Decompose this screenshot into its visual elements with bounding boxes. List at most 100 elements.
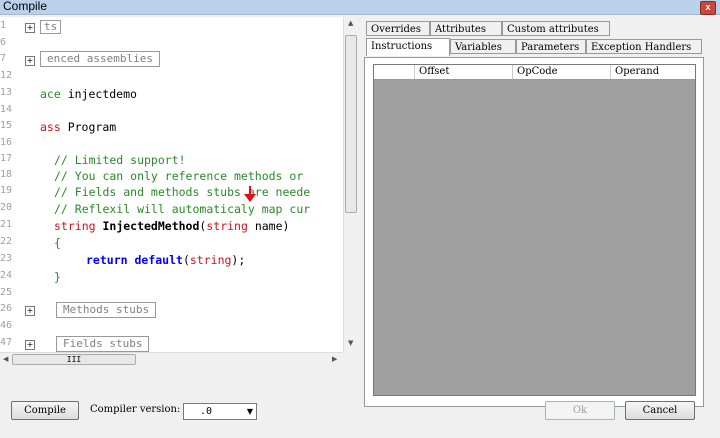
horizontal-scrollbar[interactable]: ◀ III ▶ — [0, 352, 343, 367]
cancel-button[interactable]: Cancel — [625, 401, 695, 420]
keyword: default — [127, 253, 183, 267]
code-line: 25 — [0, 287, 343, 303]
code-line: 17 // Limited support! — [0, 153, 343, 169]
line-number: 46 — [0, 320, 13, 331]
code-text: Program — [60, 120, 117, 134]
code-line: 12 — [0, 70, 343, 86]
tab-overrides[interactable]: Overrides — [366, 21, 430, 36]
collapsed-region-fields-stubs[interactable]: Fields stubs — [56, 336, 150, 352]
keyword: string — [54, 219, 96, 233]
line-number: 21 — [0, 219, 13, 230]
compiler-version-select[interactable]: .0 ▼ — [183, 403, 257, 420]
line-number: 24 — [0, 270, 13, 281]
compile-button[interactable]: Compile — [11, 401, 79, 420]
code-line: 19 // Fields and methods stubs are neede — [0, 185, 343, 201]
column-header-offset[interactable]: Offset — [414, 65, 512, 79]
column-header-operand[interactable]: Operand — [610, 65, 695, 79]
tab-variables[interactable]: Variables — [450, 39, 516, 54]
code-line: 18 // You can only reference methods or — [0, 169, 343, 185]
code-line: 47 + Fields stubs — [0, 336, 343, 352]
compiler-version-label: Compiler version: — [90, 404, 181, 415]
comment: // You can only reference methods or — [54, 169, 304, 183]
collapsed-region-methods-stubs[interactable]: Methods stubs — [56, 302, 157, 318]
scroll-left-icon[interactable]: ◀ — [3, 355, 8, 363]
code-text: ); — [231, 253, 246, 267]
line-number: 25 — [0, 287, 13, 298]
comment: // Reflexil will automaticaly map cur — [54, 202, 311, 216]
collapsed-region-references[interactable]: enced assemblies — [40, 51, 160, 67]
code-line: 26 + Methods stubs — [0, 302, 343, 319]
line-number: 23 — [0, 253, 13, 264]
line-number: 22 — [0, 236, 13, 247]
method-name: InjectedMethod — [95, 219, 200, 233]
title-bar: Compile x — [0, 0, 720, 15]
keyword: ass — [40, 120, 61, 134]
code-line: 7 + enced assemblies — [0, 51, 343, 69]
comment: // Limited support! — [54, 153, 186, 167]
keyword: string — [206, 219, 248, 233]
instruction-tabs: Overrides Attributes Custom attributes I… — [364, 19, 704, 407]
scroll-down-icon[interactable]: ▼ — [348, 339, 353, 347]
brace: } — [54, 270, 61, 284]
keyword: ace — [40, 87, 61, 101]
chevron-down-icon: ▼ — [246, 407, 253, 416]
grid-row-header — [374, 65, 414, 79]
brace: { — [54, 236, 61, 250]
instructions-grid[interactable]: Offset OpCode Operand — [373, 64, 696, 396]
line-number: 26 — [0, 303, 13, 314]
code-line: 1 + ts — [0, 20, 343, 36]
keyword: string — [189, 253, 232, 267]
line-number: 15 — [0, 120, 13, 131]
expand-icon[interactable]: + — [25, 56, 35, 66]
grid-header: Offset OpCode Operand — [374, 65, 695, 80]
line-number: 12 — [0, 70, 13, 81]
compile-window: Compile x 1 + ts 6 7 + enced assemblies … — [0, 0, 720, 438]
line-number: 20 — [0, 202, 13, 213]
code-line: 20 // Reflexil will automaticaly map cur — [0, 202, 343, 218]
close-button[interactable]: x — [700, 1, 716, 15]
keyword: return — [86, 253, 128, 267]
line-number: 13 — [0, 87, 13, 98]
vertical-scroll-thumb[interactable] — [345, 35, 357, 213]
expand-icon[interactable]: + — [25, 23, 35, 33]
tab-custom-attributes[interactable]: Custom attributes — [502, 21, 610, 36]
tab-instructions[interactable]: Instructions — [366, 38, 450, 56]
expand-icon[interactable]: + — [25, 306, 35, 316]
code-line: 14 — [0, 104, 343, 120]
line-number: 16 — [0, 137, 13, 148]
code-line: 22 { — [0, 236, 343, 252]
line-number: 19 — [0, 185, 13, 196]
line-number: 14 — [0, 104, 13, 115]
horizontal-scroll-thumb[interactable]: III — [12, 354, 136, 365]
line-number: 18 — [0, 169, 13, 180]
line-number: 47 — [0, 337, 13, 348]
code-line: 24 } — [0, 270, 343, 286]
line-number: 6 — [0, 37, 7, 48]
window-title: Compile — [3, 0, 48, 13]
tab-exception-handlers[interactable]: Exception Handlers — [586, 39, 702, 54]
collapsed-region[interactable]: ts — [40, 20, 62, 34]
code-line: 13 ace injectdemo — [0, 87, 343, 103]
vertical-scrollbar[interactable]: ▲ ▼ — [343, 17, 358, 352]
code-text: ( — [182, 253, 190, 267]
comment: // Fields and methods stubs are neede — [54, 185, 311, 199]
expand-icon[interactable]: + — [25, 340, 35, 350]
scroll-up-icon[interactable]: ▲ — [348, 19, 353, 27]
code-text: injectdemo — [60, 87, 137, 101]
instructions-panel: Offset OpCode Operand — [364, 57, 704, 407]
tab-parameters[interactable]: Parameters — [516, 39, 586, 54]
code-line: 16 — [0, 137, 343, 153]
column-header-opcode[interactable]: OpCode — [512, 65, 610, 79]
code-editor[interactable]: 1 + ts 6 7 + enced assemblies 12 13 ace … — [0, 17, 343, 352]
ok-button: Ok — [545, 401, 615, 420]
line-number: 17 — [0, 153, 13, 164]
scroll-right-icon[interactable]: ▶ — [332, 355, 337, 363]
code-line: 21 string InjectedMethod(string name) — [0, 219, 343, 235]
code-line: 15 ass Program — [0, 120, 343, 136]
red-arrow-icon — [244, 186, 256, 202]
line-number: 1 — [0, 20, 7, 31]
close-icon: x — [705, 2, 711, 12]
line-number: 7 — [0, 53, 7, 64]
code-line: 46 — [0, 320, 343, 336]
tab-attributes[interactable]: Attributes — [430, 21, 502, 36]
